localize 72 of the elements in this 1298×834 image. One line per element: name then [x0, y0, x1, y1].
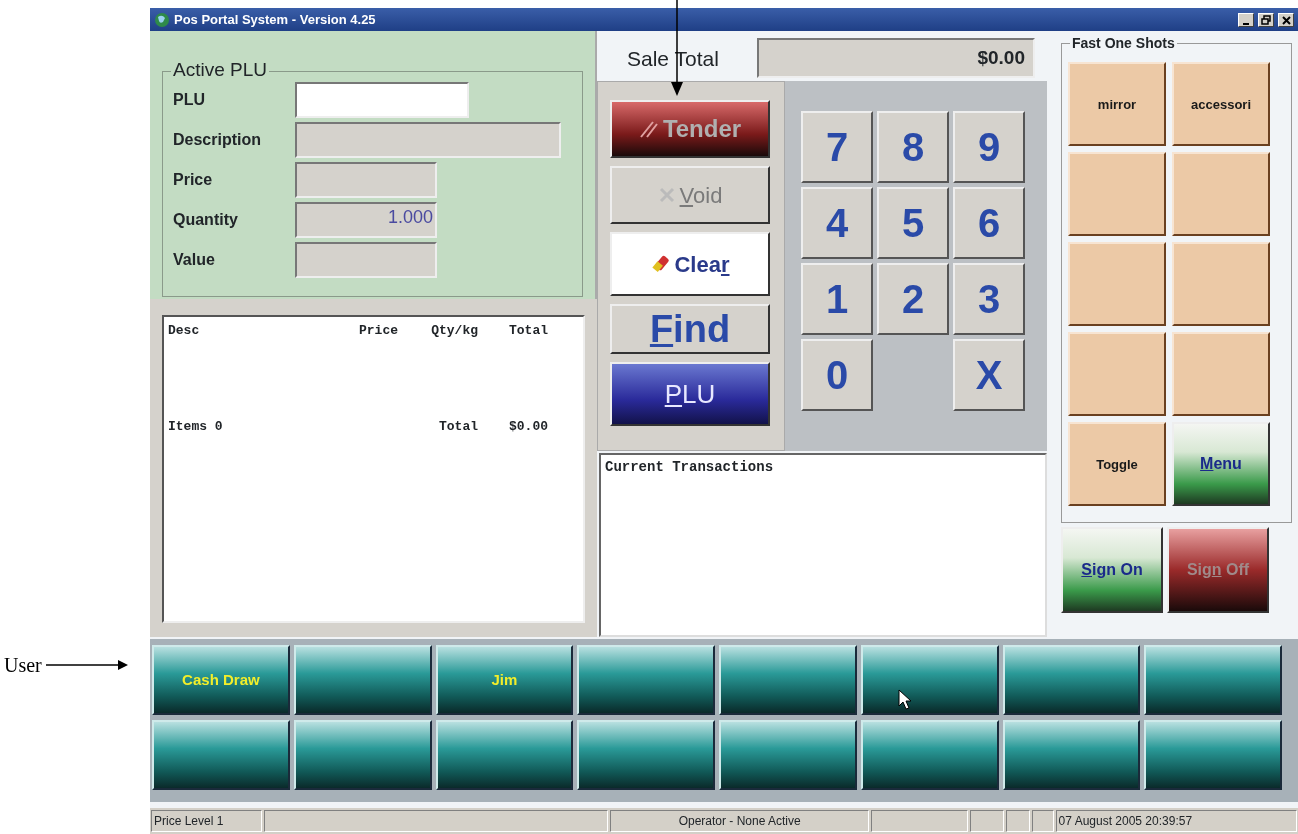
shortcut-button[interactable] — [1172, 332, 1270, 417]
shortcut-button[interactable]: Menu — [1172, 422, 1270, 507]
user-button[interactable]: Cash Draw — [152, 645, 290, 716]
keypad-key[interactable]: 5 — [877, 187, 949, 260]
user-button[interactable] — [577, 720, 715, 791]
keypad-key[interactable]: 8 — [877, 111, 949, 184]
field-label: Quantity — [173, 210, 239, 231]
field-label: Description — [173, 130, 262, 151]
user-button[interactable] — [860, 645, 999, 716]
shortcut-button[interactable]: Toggle — [1068, 422, 1166, 507]
sale-total-field: $0.00 — [757, 38, 1035, 79]
cursor-icon — [898, 689, 912, 710]
user-button[interactable] — [719, 720, 857, 791]
user-button[interactable] — [1144, 645, 1282, 716]
status-pane — [1031, 810, 1054, 832]
keypad-key[interactable]: 2 — [877, 263, 949, 336]
total-value: $0.00 — [508, 417, 548, 436]
action-button[interactable]: PLU — [610, 362, 770, 427]
keypad-key[interactable]: 6 — [953, 187, 1025, 260]
column-header: Total — [508, 322, 548, 341]
shortcut-button[interactable] — [1172, 242, 1270, 327]
keypad-key[interactable]: X — [953, 339, 1025, 412]
shortcut-button[interactable] — [1068, 152, 1166, 237]
status-text: 07 August 2005 20:39:57 — [1055, 810, 1297, 832]
column-header: Qty/kg — [430, 322, 478, 341]
keypad-key[interactable]: 4 — [801, 187, 873, 260]
session-button[interactable]: Sign On — [1061, 527, 1163, 614]
close-icon[interactable] — [1278, 12, 1294, 27]
column-header: Desc — [168, 322, 201, 341]
window-title: Pos Portal System - Version 4.25 — [174, 11, 377, 29]
transactions-title: Current Transactions — [605, 459, 774, 476]
field-label: PLU — [173, 90, 206, 111]
keypad-key[interactable]: 3 — [953, 263, 1025, 336]
keypad-key[interactable]: 0 — [801, 339, 873, 412]
user-button[interactable] — [1002, 645, 1141, 716]
shortcut-button[interactable]: mirror — [1068, 62, 1166, 147]
user-button[interactable] — [719, 645, 857, 716]
user-button[interactable] — [1144, 720, 1282, 791]
user-button[interactable] — [577, 645, 715, 716]
status-text: Price Level 1 — [151, 810, 262, 832]
action-button[interactable]: Clear — [610, 232, 770, 297]
user-button[interactable] — [293, 720, 432, 791]
minimize-icon[interactable] — [1238, 12, 1254, 27]
field-label: Value — [173, 250, 216, 271]
shortcut-button[interactable] — [1068, 242, 1166, 327]
status-pane — [1006, 810, 1030, 832]
annotation-label: User — [4, 653, 42, 678]
shortcut-button[interactable]: accessori — [1172, 62, 1270, 147]
action-button[interactable]: Find — [610, 304, 770, 355]
user-button[interactable] — [293, 645, 432, 716]
shortcut-button[interactable] — [1172, 152, 1270, 237]
status-text: Operator - None Active — [610, 810, 870, 832]
cross-icon — [657, 186, 676, 205]
input-field[interactable] — [295, 82, 469, 119]
field-label: Price — [173, 170, 214, 191]
user-button[interactable] — [1002, 720, 1141, 791]
pen-icon — [638, 119, 659, 140]
restore-icon[interactable] — [1258, 12, 1274, 27]
globe-icon — [154, 11, 170, 28]
keypad-key[interactable]: 7 — [801, 111, 873, 184]
column-header: Price — [358, 322, 398, 341]
user-button[interactable] — [152, 720, 290, 791]
user-button[interactable] — [860, 720, 999, 791]
item-count: Items 0 — [168, 417, 224, 436]
user-button[interactable] — [435, 720, 574, 791]
user-button[interactable]: Jim — [435, 645, 574, 716]
keypad-key[interactable]: 9 — [953, 111, 1025, 184]
shortcut-button[interactable] — [1068, 332, 1166, 417]
keypad-key[interactable]: 1 — [801, 263, 873, 336]
eraser-icon — [650, 254, 671, 275]
total-label: Total — [438, 417, 478, 436]
readonly-field: 1.000 — [295, 202, 437, 239]
